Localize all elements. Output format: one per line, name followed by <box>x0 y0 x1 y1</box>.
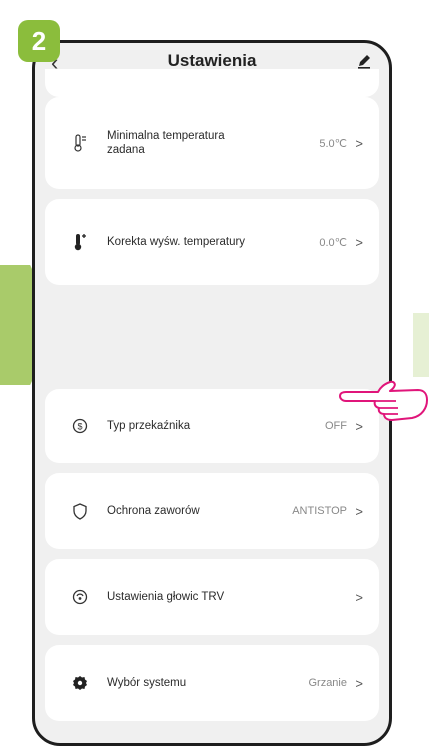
trv-head-icon <box>71 588 89 606</box>
setting-value: ANTISTOP <box>292 505 347 517</box>
setting-label: Ochrona zaworów <box>107 505 200 517</box>
setting-trv-heads[interactable]: Ustawienia głowic TRV > <box>45 559 379 635</box>
relay-icon: $ <box>71 417 89 435</box>
setting-system-selection[interactable]: Wybór systemu Grzanie > <box>45 645 379 721</box>
setting-value: Grzanie <box>308 677 347 689</box>
chevron-right-icon: > <box>355 234 363 250</box>
gear-icon <box>71 674 89 692</box>
chevron-right-icon: > <box>355 675 363 691</box>
setting-temperature-correction[interactable]: Korekta wyśw. temperatury 0.0℃ > <box>45 199 379 285</box>
previous-setting-card <box>45 69 379 97</box>
thermometer-min-icon <box>71 134 89 152</box>
shield-icon <box>71 502 89 520</box>
setting-label: Typ przekaźnika <box>107 420 191 432</box>
chevron-right-icon: > <box>355 589 363 605</box>
chevron-right-icon: > <box>355 135 363 151</box>
step-badge: 2 <box>18 20 60 62</box>
setting-label: Korekta wyśw. temperatury <box>107 236 246 248</box>
instruction-screenshot: ‹ Ustawienia Minimalna temperatura zadan… <box>0 0 429 754</box>
chevron-right-icon: > <box>355 503 363 519</box>
setting-label: Ustawienia głowic TRV <box>107 591 225 603</box>
setting-label: Minimalna temperatura zadana <box>107 130 225 156</box>
setting-value: 5.0℃ <box>319 137 347 150</box>
page-title: Ustawienia <box>167 51 257 70</box>
setting-valve-protection[interactable]: Ochrona zaworów ANTISTOP > <box>45 473 379 549</box>
thermometer-plus-icon <box>71 233 89 251</box>
svg-text:$: $ <box>77 422 82 432</box>
setting-label: Wybór systemu <box>107 677 187 689</box>
setting-value: 0.0℃ <box>319 236 347 249</box>
green-decoration-right <box>413 313 429 377</box>
pointing-hand-icon <box>339 380 428 421</box>
setting-relay-type[interactable]: $ Typ przekaźnika OFF > <box>45 389 379 463</box>
pencil-icon[interactable] <box>355 52 373 70</box>
setting-min-temperature[interactable]: Minimalna temperatura zadana 5.0℃ > <box>45 97 379 189</box>
